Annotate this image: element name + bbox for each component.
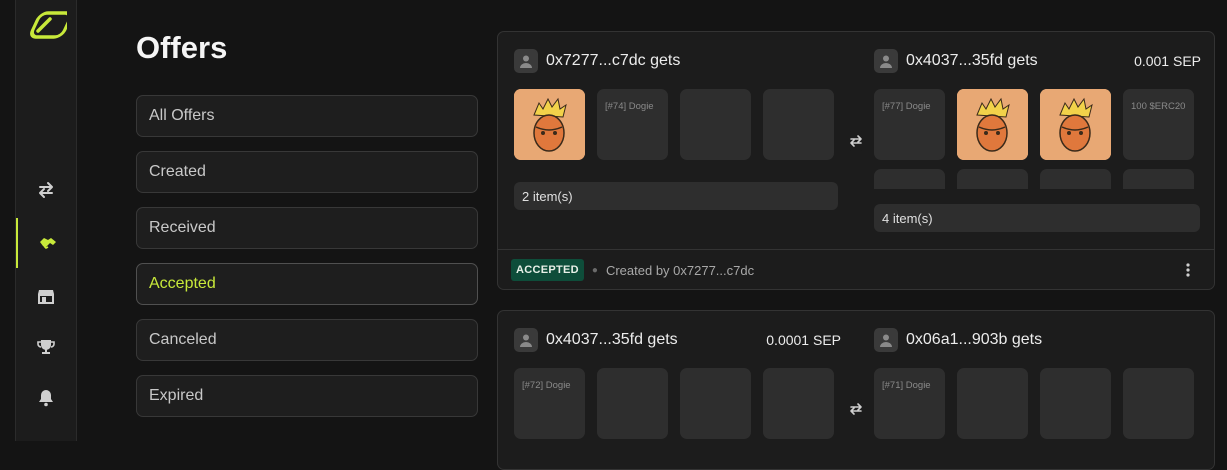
created-by: Created by 0x7277...c7dc [605, 262, 755, 278]
more-options-icon[interactable] [1180, 262, 1196, 278]
filter-all-offers[interactable]: All Offers [136, 95, 478, 137]
nft-tile-empty[interactable] [874, 169, 945, 189]
nft-tile[interactable] [957, 89, 1028, 160]
filter-accepted[interactable]: Accepted [136, 263, 478, 305]
nav-notifications[interactable] [16, 376, 76, 420]
offer-card: 0x7277...c7dc gets [#74] Dogie 2 item(s) [497, 31, 1215, 290]
nft-tile-empty[interactable] [763, 368, 834, 439]
nft-tile[interactable]: [#74] Dogie [597, 89, 668, 160]
app-logo-icon[interactable] [25, 8, 73, 48]
nft-tile[interactable] [514, 89, 585, 160]
item-count: 4 item(s) [874, 204, 1200, 232]
trophy-icon [37, 340, 55, 354]
nft-tile-empty[interactable] [763, 89, 834, 160]
store-icon [38, 290, 54, 304]
sidebar [15, 0, 77, 441]
nav-store[interactable] [16, 274, 76, 318]
nft-tile-empty[interactable] [1040, 368, 1111, 439]
page-title: Offers [136, 30, 228, 65]
nft-tile-empty[interactable] [1123, 368, 1194, 439]
nft-tile-empty[interactable] [957, 169, 1028, 189]
recipient-address: 0x4037...35fd gets [546, 331, 678, 348]
nft-character-image [1040, 89, 1111, 160]
nft-character-image [514, 89, 585, 160]
item-count: 2 item(s) [514, 182, 838, 210]
filter-expired[interactable]: Expired [136, 375, 478, 417]
recipient-address: 0x4037...35fd gets [906, 52, 1038, 69]
nft-tile-empty[interactable] [957, 368, 1028, 439]
nft-tile[interactable]: [#72] Dogie [514, 368, 585, 439]
filter-received[interactable]: Received [136, 207, 478, 249]
nft-tile-empty[interactable] [1123, 169, 1194, 189]
user-avatar-icon [514, 49, 538, 73]
nft-tile-empty[interactable] [597, 368, 668, 439]
filter-canceled[interactable]: Canceled [136, 319, 478, 361]
offer-card: 0x4037...35fd gets 0.0001 SEP [#72] Dogi… [497, 310, 1215, 470]
swap-icon [845, 398, 867, 420]
nft-tile[interactable]: 100 $ERC20 [1123, 89, 1194, 160]
bell-icon [39, 390, 53, 407]
filter-created[interactable]: Created [136, 151, 478, 193]
nft-tile-empty[interactable] [1040, 169, 1111, 189]
handshake-icon [40, 238, 56, 249]
nft-tile[interactable]: [#77] Dogie [874, 89, 945, 160]
user-avatar-icon [874, 49, 898, 73]
user-avatar-icon [874, 328, 898, 352]
recipient-address: 0x7277...c7dc gets [546, 52, 681, 69]
nft-tile-empty[interactable] [680, 368, 751, 439]
token-amount: 0.001 SEP [1134, 53, 1201, 69]
offer-footer: ACCEPTED ● Created by 0x7277...c7dc [498, 249, 1214, 289]
recipient-address: 0x06a1...903b gets [906, 331, 1043, 348]
nav-leaderboard[interactable] [16, 325, 76, 369]
user-avatar-icon [514, 328, 538, 352]
nav-trade[interactable] [16, 168, 76, 212]
nft-character-image [957, 89, 1028, 160]
status-badge: ACCEPTED [511, 259, 584, 281]
swap-icon [845, 130, 867, 152]
separator-dot: ● [591, 264, 598, 276]
token-amount: 0.0001 SEP [766, 332, 841, 348]
nav-offers[interactable] [16, 218, 78, 268]
nft-tile[interactable]: [#71] Dogie [874, 368, 945, 439]
offer-filters: All Offers Created Received Accepted Can… [136, 95, 478, 431]
nft-tile-empty[interactable] [680, 89, 751, 160]
swap-arrows-icon [39, 182, 53, 198]
nft-tile[interactable] [1040, 89, 1111, 160]
